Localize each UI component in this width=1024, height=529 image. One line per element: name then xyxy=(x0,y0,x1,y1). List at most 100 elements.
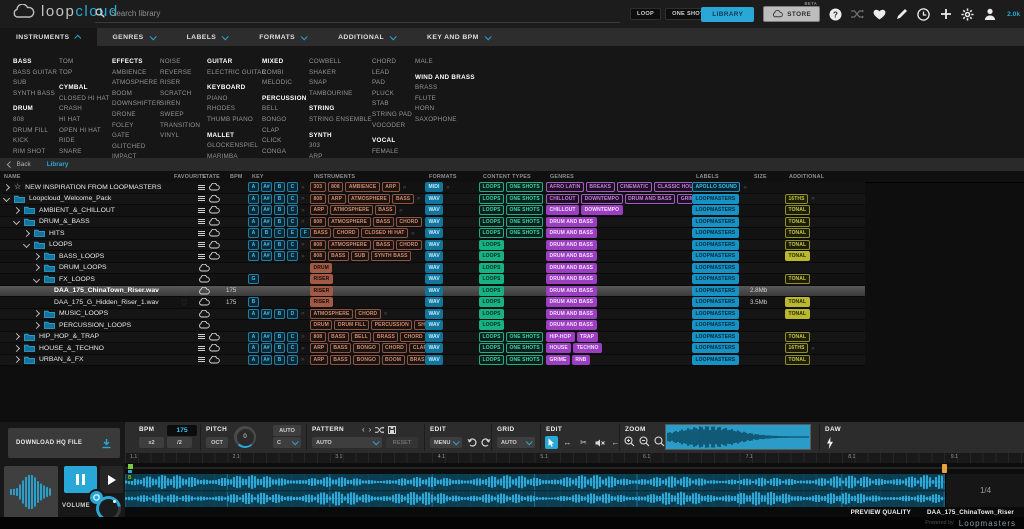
format-badge[interactable]: WAV xyxy=(425,239,444,250)
genre-badge[interactable]: GRIME xyxy=(677,193,692,204)
menu-item[interactable]: SNARE xyxy=(59,147,112,158)
key-badge[interactable]: B xyxy=(261,228,272,239)
account-icon[interactable] xyxy=(983,8,996,21)
menu-category-header[interactable]: MALLET xyxy=(207,131,262,142)
menu-category-header[interactable]: GUITAR xyxy=(207,57,262,68)
more-chevron-icon[interactable]: » xyxy=(301,184,305,191)
menu-category-header[interactable]: DRUM xyxy=(13,104,59,115)
instrument-badge[interactable]: 808 xyxy=(310,331,326,342)
format-badge[interactable]: WAV xyxy=(425,308,444,319)
file-row[interactable]: DAA_175_G_Hidden_Riser_1.wav ♡ 175 B RISER WA… xyxy=(0,297,865,309)
label-badge[interactable]: LOOPMASTERS xyxy=(692,331,739,342)
instrument-badge[interactable]: CHORD xyxy=(354,308,381,319)
more-chevron-icon[interactable]: » xyxy=(417,195,421,202)
expander-open-icon[interactable] xyxy=(2,195,11,203)
instrument-badge[interactable]: SHAKER xyxy=(414,320,425,331)
menu-item[interactable]: SIREN xyxy=(160,99,207,110)
mute-tool-icon[interactable] xyxy=(593,436,606,449)
download-hq-button[interactable]: DOWNLOAD HQ FILE xyxy=(8,428,120,458)
key-badge[interactable]: A# xyxy=(261,343,272,354)
folder-row[interactable]: HOUSE_&_TECHNO A A# B C» ARP BASS BONGO CHORD CLA… xyxy=(0,343,865,355)
menu-item[interactable]: RHODES xyxy=(207,104,262,115)
menu-item[interactable]: CLICK xyxy=(262,136,309,147)
daw-bolt-icon[interactable] xyxy=(826,437,834,449)
content-type-badge[interactable]: LOOPS xyxy=(479,354,505,365)
menu-item[interactable]: THUMB PIANO xyxy=(207,115,262,126)
waveform-thumbnail[interactable] xyxy=(4,466,58,518)
instrument-badge[interactable]: 808 xyxy=(327,182,344,193)
menu-category-header[interactable]: WIND AND BRASS xyxy=(415,73,495,84)
key-badge[interactable]: B xyxy=(274,331,285,342)
key-badge[interactable]: C xyxy=(274,228,285,239)
format-badge[interactable]: WAV xyxy=(425,297,444,308)
menu-item[interactable]: CRASH xyxy=(59,104,112,115)
instrument-badge[interactable]: ARP xyxy=(310,205,328,216)
loop-start-marker[interactable] xyxy=(128,464,133,469)
content-type-badge[interactable]: ONE SHOTS xyxy=(506,331,544,342)
edit-icon[interactable] xyxy=(895,8,908,21)
folder-row[interactable]: HIP_HOP_&_TRAP A A# B C» 808 BASS BELL BRASS CHOR… xyxy=(0,331,865,343)
menu-item[interactable]: REVERSE xyxy=(160,68,207,79)
menu-item[interactable]: SCRATCH xyxy=(160,89,207,100)
instrument-badge[interactable]: ATMOSPHERE xyxy=(327,239,371,250)
label-badge[interactable]: LOOPMASTERS xyxy=(692,285,739,296)
genre-badge[interactable]: DRUM AND BASS xyxy=(546,251,597,262)
label-badge[interactable]: LOOPMASTERS xyxy=(692,239,739,250)
more-chevron-icon[interactable]: » xyxy=(403,184,407,191)
additional-badge[interactable]: TONAL xyxy=(785,251,810,262)
expander-closed-icon[interactable] xyxy=(12,344,21,352)
menu-item[interactable]: 303 xyxy=(309,141,372,152)
menu-item[interactable]: FEMALE xyxy=(372,147,415,158)
content-type-badge[interactable]: LOOPS xyxy=(479,239,505,250)
key-badge[interactable]: C xyxy=(287,354,298,365)
instrument-badge[interactable]: DRUM xyxy=(310,262,333,273)
key-badge[interactable]: A# xyxy=(261,354,272,365)
instrument-badge[interactable]: RISER xyxy=(310,274,333,285)
key-badge[interactable]: A xyxy=(248,182,259,193)
waveform-display[interactable]: B xyxy=(125,474,945,507)
key-badge[interactable]: A# xyxy=(261,251,272,262)
label-badge[interactable]: LOOPMASTERS xyxy=(692,228,739,239)
tab-genres[interactable]: GENRES xyxy=(97,28,171,46)
instrument-badge[interactable]: RISER xyxy=(310,285,333,296)
key-badge[interactable]: B xyxy=(248,297,259,308)
more-chevron-icon[interactable]: » xyxy=(301,241,305,248)
instrument-badge[interactable]: SYNTH BASS xyxy=(370,251,412,262)
folder-row[interactable]: AMBIENT_&_CHILLOUT A A# B C» ARP ATMOSPHERE BAS… xyxy=(0,205,865,217)
menu-item[interactable]: CONGA xyxy=(262,147,309,158)
key-badge[interactable]: A xyxy=(248,228,259,239)
content-type-badge[interactable]: ONE SHOTS xyxy=(506,205,544,216)
folder-row[interactable]: FX_LOOPS G RISER WAV LOOPS DRUM AND BASS LOOPM… xyxy=(0,274,865,286)
format-badge[interactable]: WAV xyxy=(425,193,444,204)
more-chevron-icon[interactable]: » xyxy=(301,356,305,363)
menu-item[interactable]: HORN xyxy=(415,104,495,115)
expander-closed-icon[interactable] xyxy=(12,333,21,341)
instrument-badge[interactable]: CLOSED HI HAT xyxy=(361,228,408,239)
key-badge[interactable]: B xyxy=(274,239,285,250)
expander-closed-icon[interactable] xyxy=(12,356,21,364)
menu-item[interactable]: STAB xyxy=(372,99,415,110)
key-badge[interactable]: B xyxy=(274,354,285,365)
content-type-badge[interactable]: LOOPS xyxy=(479,251,505,262)
expander-closed-icon[interactable] xyxy=(12,206,21,214)
key-badge[interactable]: A xyxy=(248,239,259,250)
expander-open-icon[interactable] xyxy=(32,275,41,283)
more-chevron-icon[interactable]: » xyxy=(301,195,305,202)
instrument-badge[interactable]: 303 xyxy=(310,182,326,193)
folder-row[interactable]: MUSIC_LOOPS A A# B D» ATMOSPHERE CHORD» WAV LOOP… xyxy=(0,308,865,320)
genre-badge[interactable]: DRUM AND BASS xyxy=(546,228,597,239)
instrument-badge[interactable]: BASS xyxy=(327,331,349,342)
instrument-badge[interactable]: BASS xyxy=(372,239,394,250)
column-header-labels[interactable]: LABELS xyxy=(696,174,754,180)
instrument-badge[interactable]: CLAP xyxy=(409,343,425,354)
additional-badge[interactable]: TONAL xyxy=(785,297,810,308)
folder-row[interactable]: LOOPSAA#BC»808ATMOSPHEREBASSCHORD»WAVLOO… xyxy=(0,239,865,251)
genre-badge[interactable]: DRUM AND BASS xyxy=(546,320,597,331)
library-button[interactable]: LIBRARY xyxy=(701,6,755,22)
tab-instruments[interactable]: INSTRUMENTS xyxy=(0,28,97,46)
content-type-badge[interactable]: ONE SHOTS xyxy=(506,354,544,365)
content-type-badge[interactable]: ONE SHOTS xyxy=(506,343,544,354)
genre-badge[interactable]: DRUM AND BASS xyxy=(546,308,597,319)
menu-item[interactable]: BONGO xyxy=(262,115,309,126)
label-badge[interactable]: LOOPMASTERS xyxy=(692,274,739,285)
